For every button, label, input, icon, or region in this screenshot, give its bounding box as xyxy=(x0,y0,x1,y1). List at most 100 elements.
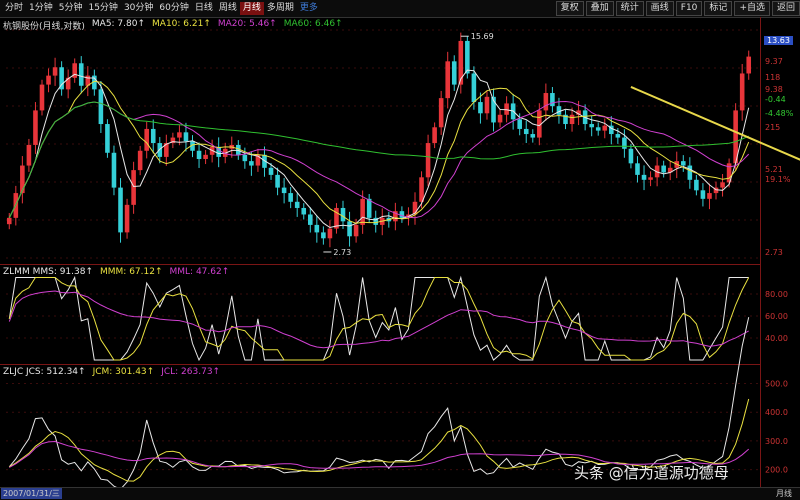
y-tick-label: 500.0 xyxy=(765,379,788,388)
candle-body xyxy=(504,103,509,115)
candle-body xyxy=(556,106,562,115)
candle-body xyxy=(98,89,104,125)
price-annotation: 2.73 xyxy=(333,248,351,257)
candle-body xyxy=(281,187,287,194)
candle-body xyxy=(366,198,372,218)
candle-body xyxy=(432,127,437,144)
candle-body xyxy=(635,163,640,175)
candle-body xyxy=(268,167,274,175)
candle-body xyxy=(6,217,12,225)
y-tick-label: 19.1% xyxy=(765,175,791,184)
candle-body xyxy=(314,224,320,233)
y-tick-label: 300.0 xyxy=(765,437,788,446)
candle-body xyxy=(523,128,529,135)
candle-body xyxy=(20,165,25,194)
y-tick-label: 9.37 xyxy=(765,57,783,66)
candle-body xyxy=(144,128,149,151)
candle-body xyxy=(478,102,483,114)
y-tick-label: 118 xyxy=(765,73,780,82)
candle-body xyxy=(517,119,522,129)
candle-body xyxy=(249,161,254,166)
mml-line xyxy=(8,290,749,349)
candle-body xyxy=(550,93,555,107)
candle-body xyxy=(353,224,359,237)
candle-body xyxy=(739,73,745,111)
candle-body xyxy=(471,73,477,103)
candle-body xyxy=(177,132,182,138)
candle-body xyxy=(628,148,634,164)
y-tick-label: 9.38 xyxy=(765,85,783,94)
candle-body xyxy=(294,201,300,208)
candle-body xyxy=(399,211,405,218)
candle-body xyxy=(301,207,307,215)
watermark: 头条 @信为道源功德母 xyxy=(574,464,729,482)
period-label: 月线 xyxy=(776,489,792,498)
y-tick-label: 2.73 xyxy=(765,248,783,257)
candle-body xyxy=(183,132,189,142)
y-tick-label: 5.21 xyxy=(765,165,783,174)
candle-body xyxy=(602,125,608,131)
candle-body xyxy=(131,170,136,205)
candle-body xyxy=(465,40,470,74)
candle-body xyxy=(150,128,156,144)
candle-body xyxy=(105,124,110,153)
price-annotation: 15.69 xyxy=(471,32,494,41)
candle-body xyxy=(694,179,699,191)
candle-body xyxy=(680,161,686,166)
candle-body xyxy=(622,137,627,149)
current-date: 2007/01/31/三 xyxy=(1,488,62,499)
candle-body xyxy=(360,198,365,225)
candle-body xyxy=(242,154,248,162)
candle-body xyxy=(137,150,143,171)
candle-body xyxy=(111,152,117,188)
candle-body xyxy=(497,114,503,123)
candle-body xyxy=(425,143,431,178)
candle-body xyxy=(445,61,451,99)
candle-body xyxy=(661,165,666,173)
candle-body xyxy=(307,214,313,225)
candle-body xyxy=(720,182,725,188)
candle-body xyxy=(595,127,601,131)
time-axis: 2007/01/31/三 月线 xyxy=(0,487,800,500)
candle-body xyxy=(39,84,45,111)
candle-body xyxy=(530,134,536,138)
candle-body xyxy=(700,190,706,199)
candle-body xyxy=(321,232,326,239)
y-tick-label: 60.00 xyxy=(765,312,788,321)
mms-line xyxy=(8,275,749,362)
y-tick-label: 80.00 xyxy=(765,290,788,299)
candle-body xyxy=(33,110,38,145)
candle-body xyxy=(327,228,333,239)
y-tick-label: 400.0 xyxy=(765,408,788,417)
candle-body xyxy=(451,61,457,85)
candle-body xyxy=(52,67,58,76)
candle-body xyxy=(340,207,346,222)
candle-body xyxy=(543,93,549,111)
candle-body xyxy=(615,134,621,138)
candle-body xyxy=(746,56,752,74)
candle-body xyxy=(118,187,123,233)
candle-body xyxy=(124,204,130,233)
candle-body xyxy=(648,177,653,180)
candle-body xyxy=(203,154,208,160)
candle-body xyxy=(687,165,693,180)
candle-body xyxy=(641,174,647,180)
stock-chart[interactable]: 15.69 2.73 9.37 118 9.38-0.44 -4.48% 215 5.2119… xyxy=(0,0,800,487)
candle-body xyxy=(275,174,280,188)
y-tick-label: -4.48% xyxy=(765,109,794,118)
candle-body xyxy=(26,144,32,166)
y-tick-label: 40.00 xyxy=(765,334,788,343)
candle-body xyxy=(288,193,293,202)
candle-body xyxy=(438,98,444,128)
mmm-line xyxy=(8,277,750,361)
candle-body xyxy=(46,75,51,85)
candle-body xyxy=(347,221,352,237)
candle-body xyxy=(569,114,575,125)
candle-body xyxy=(78,63,84,86)
candle-body xyxy=(196,150,202,160)
y-tick-label: 200.0 xyxy=(765,466,788,475)
candle-body xyxy=(589,124,594,128)
candle-body xyxy=(419,177,424,202)
y-tick-label: 215 xyxy=(765,123,780,132)
y-tick-label: -0.44 xyxy=(765,95,786,104)
